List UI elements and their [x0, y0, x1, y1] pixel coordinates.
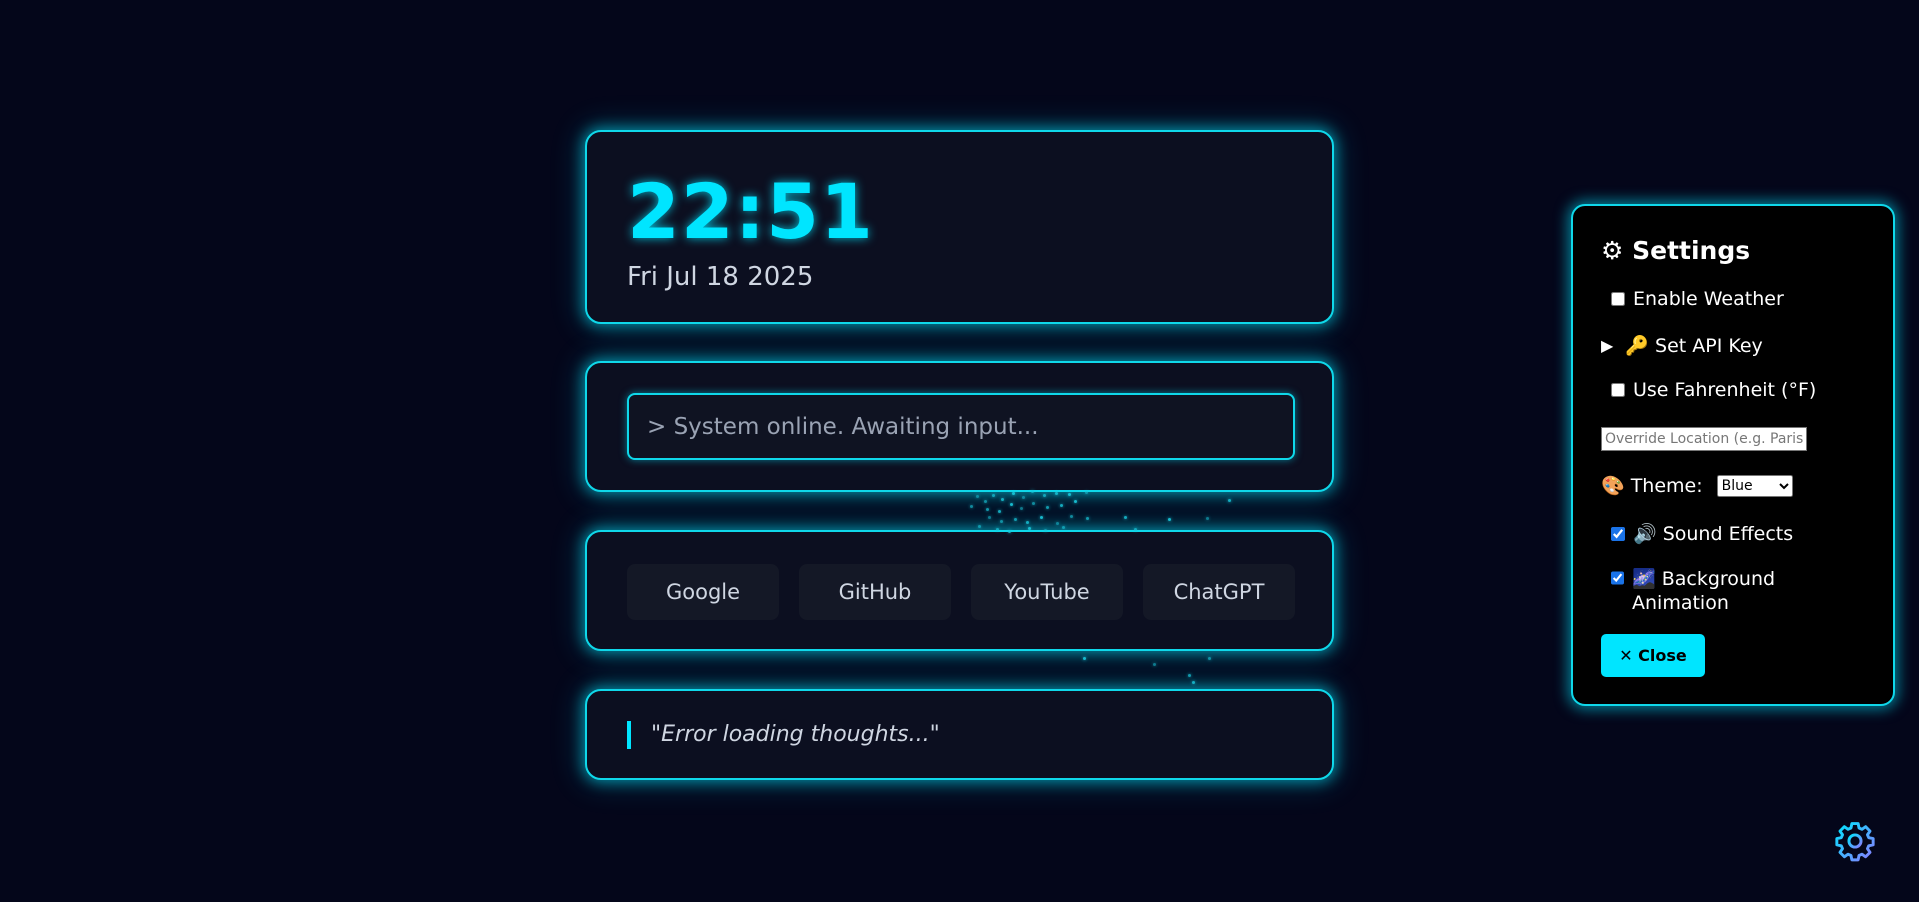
enable-weather-label: Enable Weather	[1633, 288, 1784, 310]
particle	[1026, 521, 1029, 524]
clock-date: Fri Jul 18 2025	[627, 262, 814, 292]
bg-animation-label: 🌌 Background Animation	[1632, 568, 1776, 614]
particle	[986, 508, 989, 511]
thought-text: "Error loading thoughts..."	[627, 721, 940, 749]
particle	[1134, 528, 1137, 531]
quick-links-card: Google GitHub YouTube ChatGPT	[585, 530, 1334, 651]
gear-icon[interactable]	[1833, 819, 1877, 863]
sound-checkbox[interactable]	[1611, 526, 1625, 541]
disclosure-triangle-icon: ▶	[1601, 336, 1614, 355]
link-google-button[interactable]: Google	[627, 564, 779, 620]
particle	[984, 500, 987, 503]
command-card	[585, 361, 1334, 492]
particle	[1188, 674, 1191, 677]
particle	[1028, 527, 1031, 530]
api-key-label: 🔑 Set API Key	[1625, 335, 1763, 357]
particle	[1014, 518, 1017, 521]
bg-animation-checkbox[interactable]	[1611, 571, 1624, 585]
particle	[1040, 516, 1043, 519]
clock-time: 22:51	[627, 167, 874, 256]
link-chatgpt-button[interactable]: ChatGPT	[1143, 564, 1295, 620]
particle	[1085, 491, 1088, 494]
particle	[1086, 517, 1089, 520]
particle	[978, 525, 981, 528]
particle	[1074, 500, 1077, 503]
clock-card: 22:51 Fri Jul 18 2025	[585, 130, 1334, 324]
particle	[1083, 657, 1086, 660]
location-input[interactable]	[1601, 427, 1807, 451]
dashboard-page: 22:51 Fri Jul 18 2025 Google GitHub YouT…	[0, 0, 1919, 902]
enable-weather-checkbox[interactable]	[1611, 292, 1625, 306]
particle	[1010, 503, 1013, 506]
particle	[1206, 517, 1209, 520]
particle	[1153, 663, 1156, 666]
particle	[1044, 529, 1047, 532]
theme-row: 🎨 Theme: Blue	[1601, 474, 1793, 497]
particle	[1228, 499, 1231, 502]
particle	[1068, 493, 1071, 496]
particle	[1056, 522, 1059, 525]
link-youtube-button[interactable]: YouTube	[971, 564, 1123, 620]
particle	[1070, 515, 1073, 518]
fahrenheit-checkbox[interactable]	[1611, 383, 1625, 397]
particle	[998, 510, 1001, 513]
particle	[1032, 502, 1035, 505]
api-key-toggle[interactable]: ▶ 🔑 Set API Key	[1601, 334, 1763, 357]
particle	[1008, 530, 1011, 533]
sound-label: 🔊 Sound Effects	[1633, 523, 1794, 545]
link-github-button[interactable]: GitHub	[799, 564, 951, 620]
particle	[1168, 518, 1171, 521]
settings-panel: ⚙ Settings Enable Weather ▶ 🔑 Set API Ke…	[1571, 204, 1895, 706]
bg-animation-row[interactable]: 🌌 Background Animation	[1601, 567, 1841, 615]
gear-icon-svg	[1835, 822, 1875, 862]
particle	[1012, 492, 1015, 495]
particle	[976, 495, 979, 498]
enable-weather-row[interactable]: Enable Weather	[1601, 288, 1784, 310]
particle	[1000, 520, 1003, 523]
particle	[1020, 507, 1023, 510]
particle	[1031, 490, 1034, 493]
particle	[1192, 681, 1195, 684]
particle	[996, 528, 999, 531]
particle	[1043, 494, 1046, 497]
particle	[1001, 498, 1004, 501]
particle	[1208, 657, 1211, 660]
particle	[1060, 504, 1063, 507]
fahrenheit-row[interactable]: Use Fahrenheit (°F)	[1601, 379, 1816, 401]
close-settings-button[interactable]: ✕ Close	[1601, 634, 1705, 677]
settings-title: ⚙ Settings	[1601, 236, 1751, 265]
particle	[1046, 506, 1049, 509]
theme-select[interactable]: Blue	[1716, 474, 1793, 497]
theme-label: 🎨 Theme:	[1601, 475, 1703, 497]
particle	[1062, 526, 1065, 529]
particle	[1055, 492, 1058, 495]
particle	[1022, 496, 1025, 499]
particle	[1124, 516, 1127, 519]
particle	[988, 516, 991, 519]
particle	[970, 505, 973, 508]
command-input[interactable]	[627, 393, 1295, 460]
particle	[992, 494, 995, 497]
sound-row[interactable]: 🔊 Sound Effects	[1601, 522, 1793, 545]
fahrenheit-label: Use Fahrenheit (°F)	[1633, 379, 1817, 401]
thought-card: "Error loading thoughts..."	[585, 689, 1334, 780]
